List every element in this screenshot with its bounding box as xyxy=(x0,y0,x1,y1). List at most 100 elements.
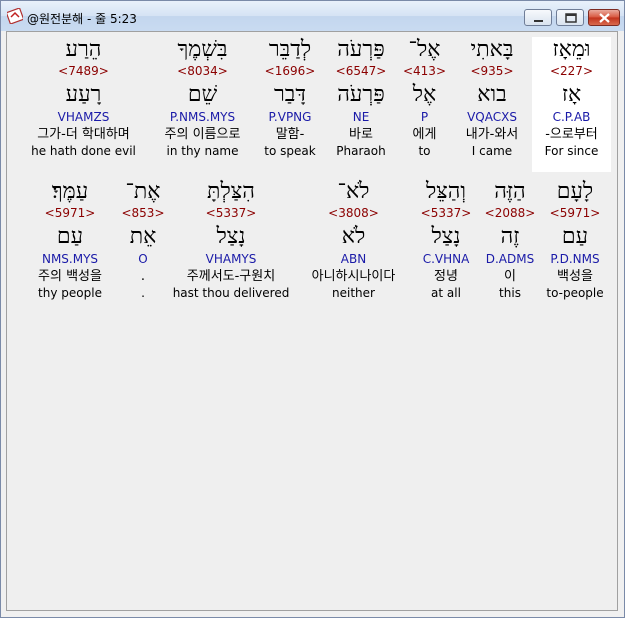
word-card[interactable]: פַּרְעֹה <6547> פַּרְעֹה NE 바로 Pharaoh xyxy=(325,37,397,159)
word-card[interactable]: הֵרַע <7489> רָעַע VHAMZS 그가-더 학대하며 he h… xyxy=(22,37,145,159)
hebrew-lemma: עַם xyxy=(56,224,84,249)
title-bar[interactable]: @원전분해 - 줄 5:23 xyxy=(1,1,624,31)
strong-number[interactable]: <5337> xyxy=(167,205,295,222)
hebrew-lemma: נָצַל xyxy=(431,224,461,249)
english-gloss: to speak xyxy=(264,144,316,158)
english-gloss: at all xyxy=(431,286,461,300)
parsing-code: NMS.MYS xyxy=(41,252,99,266)
korean-gloss: 주의 이름으로 xyxy=(164,127,241,142)
hebrew-lemma: אָז xyxy=(561,82,582,107)
app-window: @원전분해 - 줄 5:23 וּמֵאָז <227> אָז C.P.AB … xyxy=(0,0,625,618)
korean-gloss: 말함- xyxy=(275,127,305,142)
hebrew-word: לְדַבֵּר xyxy=(268,37,312,62)
hebrew-lemma: פַּרְעֹה xyxy=(337,82,385,107)
korean-gloss: 주의 백성을 xyxy=(38,269,102,284)
english-gloss: hast thou delivered xyxy=(172,286,290,300)
hebrew-lemma: דָּבַר xyxy=(274,82,306,107)
hebrew-word: הֵרַע xyxy=(65,37,102,62)
hebrew-lemma: אֶל xyxy=(412,82,437,107)
maximize-icon xyxy=(565,13,577,23)
strong-number[interactable]: <413> xyxy=(397,63,452,80)
word-card[interactable]: עַמֶּךָ׃ <5971> עַם NMS.MYS 주의 백성을 thy p… xyxy=(27,179,113,301)
hebrew-lemma: נָצַל xyxy=(216,224,246,249)
close-icon xyxy=(599,13,610,23)
parsing-code: P.D.NMS xyxy=(550,252,600,266)
hebrew-lemma: אֵת xyxy=(129,224,157,249)
word-card[interactable]: וְהַצֵּל <5337> נָצַל C.VHNA 정녕 at all xyxy=(412,179,480,301)
word-card[interactable]: הִצַּלְתָּ <5337> נָצַל VHAMYS 주께서도-구원치 … xyxy=(167,179,295,301)
korean-gloss: . xyxy=(140,269,146,284)
hebrew-word: בָּאתִי xyxy=(470,37,514,62)
english-gloss: this xyxy=(499,286,521,300)
hebrew-word: פַּרְעֹה xyxy=(337,37,385,62)
korean-gloss: 바로 xyxy=(349,127,373,142)
korean-gloss: 백성을 xyxy=(557,269,593,284)
english-gloss: neither xyxy=(332,286,375,300)
parsing-panel: וּמֵאָז <227> אָז C.P.AB -으로부터 For since… xyxy=(6,31,618,611)
strong-number[interactable]: <6547> xyxy=(325,63,397,80)
hebrew-lemma: רָעַע xyxy=(65,82,102,107)
english-gloss: thy people xyxy=(38,286,102,300)
word-card[interactable]: לְדַבֵּר <1696> דָּבַר P.VPNG 말함- to spe… xyxy=(255,37,325,159)
minimize-icon xyxy=(534,20,543,22)
strong-number[interactable]: <8034> xyxy=(150,63,255,80)
korean-gloss: 정녕 xyxy=(434,269,458,284)
hebrew-lemma: עַם xyxy=(561,224,589,249)
parsing-code: VHAMYS xyxy=(205,252,257,266)
hebrew-app-icon xyxy=(7,8,23,24)
strong-number[interactable]: <935> xyxy=(452,63,532,80)
word-card[interactable]: אֶת־ <853> אֵת O . . xyxy=(119,179,167,301)
strong-number[interactable]: <7489> xyxy=(22,63,145,80)
hebrew-word: לֹא־ xyxy=(337,179,370,204)
close-button[interactable] xyxy=(588,9,620,26)
korean-gloss: 아니하시나이다 xyxy=(311,269,396,284)
word-card[interactable]: בָּאתִי <935> בוא VQACXS 내가-와서 I came xyxy=(452,37,532,159)
hebrew-word: אֶל־ xyxy=(408,37,441,62)
parsing-code: VHAMZS xyxy=(57,110,110,124)
english-gloss: in thy name xyxy=(166,144,239,158)
hebrew-word: עַמֶּךָ׃ xyxy=(51,179,89,204)
word-card[interactable]: הַזֶּה <2088> זֶה D.ADMS 이 this xyxy=(480,179,540,301)
word-card[interactable]: אֶל־ <413> אֶל P 에게 to xyxy=(397,37,452,159)
word-card[interactable]: וּמֵאָז <227> אָז C.P.AB -으로부터 For since xyxy=(532,37,611,172)
word-card[interactable]: בִּשְׁמֶךָ <8034> שֵׁם P.NMS.MYS 주의 이름으로… xyxy=(150,37,255,159)
hebrew-word: וּמֵאָז xyxy=(552,37,591,62)
english-gloss: he hath done evil xyxy=(31,144,136,158)
hebrew-lemma: זֶה xyxy=(500,224,520,249)
korean-gloss: 주께서도-구원치 xyxy=(186,269,276,284)
english-gloss: Pharaoh xyxy=(336,144,386,158)
english-gloss: to xyxy=(418,144,431,158)
english-gloss: to-people xyxy=(546,286,604,300)
hebrew-word: וְהַצֵּל xyxy=(425,179,467,204)
parsing-code: P xyxy=(420,110,429,124)
strong-number[interactable]: <3808> xyxy=(295,205,412,222)
parsing-code: ABN xyxy=(340,252,367,266)
parsing-code: P.NMS.MYS xyxy=(169,110,236,124)
parsing-code: VQACXS xyxy=(467,110,517,124)
word-card[interactable]: לָעָם <5971> עַם P.D.NMS 백성을 to-people xyxy=(540,179,610,301)
strong-number[interactable]: <2088> xyxy=(480,205,540,222)
hebrew-word: בִּשְׁמֶךָ xyxy=(177,37,228,62)
english-gloss: For since xyxy=(544,144,599,158)
strong-number[interactable]: <853> xyxy=(119,205,167,222)
maximize-button[interactable] xyxy=(556,9,584,26)
korean-gloss: -으로부터 xyxy=(545,127,598,142)
strong-number[interactable]: <5971> xyxy=(540,205,610,222)
word-card[interactable]: לֹא־ <3808> לֹא ABN 아니하시나이다 neither xyxy=(295,179,412,301)
korean-gloss: 이 xyxy=(504,269,516,284)
hebrew-word: הַזֶּה xyxy=(494,179,526,204)
parsing-code: O xyxy=(138,252,148,266)
minimize-button[interactable] xyxy=(524,9,552,26)
strong-number[interactable]: <5971> xyxy=(27,205,113,222)
hebrew-word: הִצַּלְתָּ xyxy=(207,179,255,204)
korean-gloss: 그가-더 학대하며 xyxy=(37,127,130,142)
strong-number[interactable]: <5337> xyxy=(412,205,480,222)
parsing-code: C.P.AB xyxy=(552,110,591,124)
window-title: @원전분해 - 줄 5:23 xyxy=(27,12,137,26)
strong-number[interactable]: <227> xyxy=(532,63,611,80)
parsing-code: D.ADMS xyxy=(485,252,535,266)
hebrew-lemma: שֵׁם xyxy=(187,82,218,107)
parsing-code: NE xyxy=(352,110,370,124)
parsing-code: C.VHNA xyxy=(422,252,470,266)
strong-number[interactable]: <1696> xyxy=(255,63,325,80)
